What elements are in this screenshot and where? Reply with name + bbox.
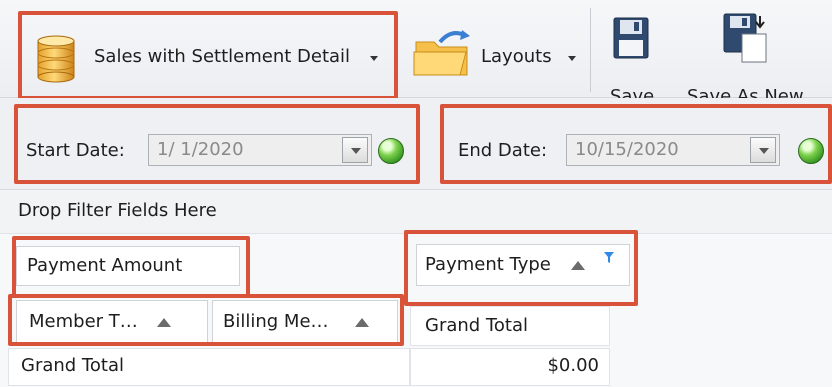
column-header-label: Grand Total bbox=[425, 315, 528, 336]
ribbon-separator bbox=[590, 8, 591, 92]
data-field-highlight bbox=[12, 236, 250, 298]
save-icon bbox=[613, 17, 649, 59]
column-field-highlight bbox=[404, 230, 638, 306]
folder-icon bbox=[413, 30, 470, 76]
start-date-highlight bbox=[14, 104, 420, 184]
end-date-highlight bbox=[440, 104, 832, 184]
grand-total-cell: $0.00 bbox=[410, 348, 610, 386]
filter-drop-area[interactable]: Drop Filter Fields Here bbox=[0, 190, 832, 234]
drop-filter-text: Drop Filter Fields Here bbox=[18, 200, 217, 221]
report-selector-highlight bbox=[18, 11, 398, 100]
row-total-label: Grand Total bbox=[21, 355, 124, 376]
save-button[interactable]: Save bbox=[600, 8, 670, 107]
chevron-down-icon bbox=[568, 56, 576, 61]
row-fields-highlight bbox=[8, 294, 404, 346]
layouts-label: Layouts bbox=[481, 46, 552, 67]
layouts-button[interactable]: Layouts bbox=[410, 20, 582, 90]
save-as-new-icon bbox=[723, 13, 767, 63]
column-header-grand-total: Grand Total bbox=[410, 306, 610, 346]
grand-total-value: $0.00 bbox=[547, 355, 599, 376]
save-as-new-button[interactable]: Save As New bbox=[680, 8, 820, 107]
row-header-grand-total: Grand Total bbox=[8, 348, 410, 386]
